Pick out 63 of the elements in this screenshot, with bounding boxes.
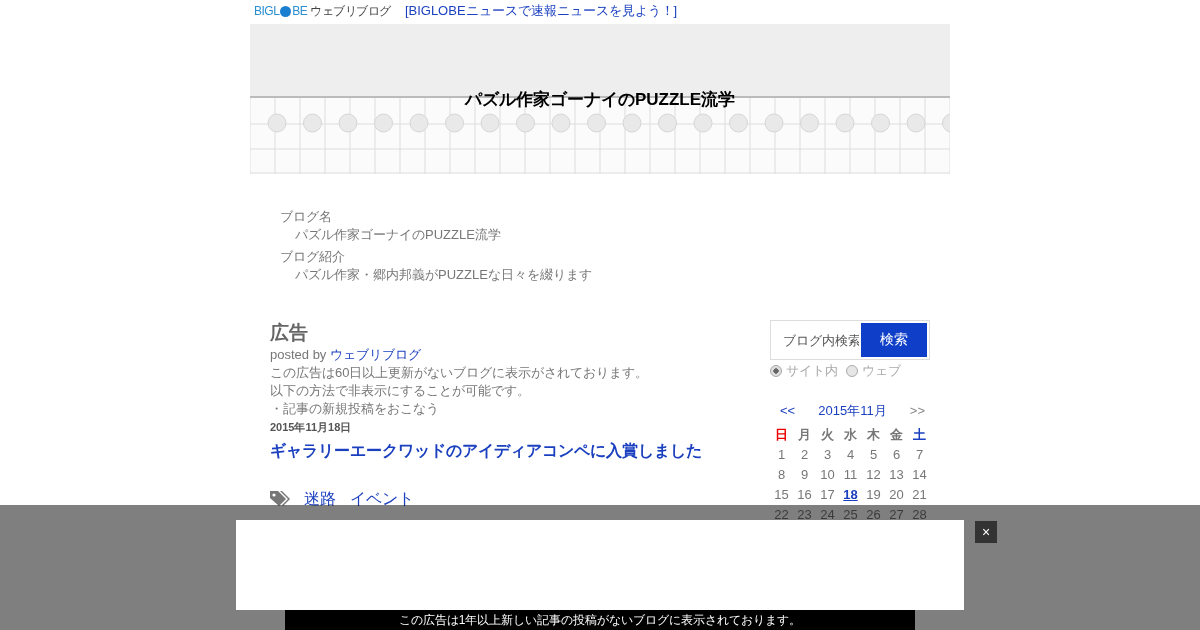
day-number: 27 (888, 507, 905, 523)
day-number: 4 (845, 447, 856, 463)
news-link[interactable]: [BIGLOBEニュースで速報ニュースを見よう！] (404, 2, 678, 20)
ad-text: この広告は60日以上更新がないブログに表示がされております。 (270, 364, 650, 382)
day-number: 5 (868, 447, 879, 463)
month-link[interactable]: 2015年11月 (818, 403, 887, 419)
day-number: 1 (776, 447, 787, 463)
day-number: 6 (891, 447, 902, 463)
weekday-label: 水 (843, 427, 858, 443)
tag-link[interactable]: イベント (350, 490, 414, 508)
radio-button[interactable] (770, 365, 782, 377)
day-number: 7 (914, 447, 925, 463)
blog-title: パズル作家ゴーナイのPUZZLE流学 (463, 89, 737, 111)
weekday-label: 日 (774, 427, 789, 443)
day-link[interactable]: 18 (839, 487, 862, 503)
author-link[interactable]: ウェブリブログ (330, 347, 421, 362)
info-label: ブログ紹介 (280, 248, 346, 266)
info-label: ブログ名 (280, 208, 333, 226)
day-number: 23 (796, 507, 813, 523)
day-number: 11 (842, 467, 859, 483)
day-number: 17 (819, 487, 836, 503)
ad-heading: 広告 (270, 321, 309, 345)
day-number: 3 (822, 447, 833, 463)
day-number: 16 (796, 487, 813, 503)
day-number: 21 (911, 487, 928, 503)
day-number: 9 (799, 467, 810, 483)
day-number: 20 (888, 487, 905, 503)
weekday-label: 金 (889, 427, 904, 443)
day-number: 22 (773, 507, 790, 523)
info-value: パズル作家ゴーナイのPUZZLE流学 (295, 226, 502, 244)
day-number: 14 (911, 467, 928, 483)
day-number: 19 (865, 487, 882, 503)
article-title-link[interactable]: ギャラリーエークワッドのアイディアコンペに入賞しました (270, 442, 702, 460)
radio-button[interactable] (846, 365, 858, 377)
day-number: 15 (773, 487, 790, 503)
day-number: 2 (799, 447, 810, 463)
post-date: 2015年11月18日 (270, 420, 353, 435)
day-number: 24 (819, 507, 836, 523)
day-number: 13 (888, 467, 905, 483)
day-number: 10 (819, 467, 836, 483)
next-month-link[interactable]: >> (909, 403, 925, 419)
ad-text: ・記事の新規投稿をおこなう (270, 400, 440, 418)
ad-text: 以下の方法で非表示にすることが可能です。 (270, 382, 531, 400)
weekday-label: 土 (912, 427, 927, 443)
day-number: 26 (865, 507, 882, 523)
day-number: 25 (842, 507, 859, 523)
ad-notice: この広告は1年以上新しい記事の投稿がないブログに表示されております。 (285, 610, 915, 630)
day-number: 28 (911, 507, 928, 523)
tags-icon (270, 490, 290, 508)
close-button[interactable]: × (975, 521, 997, 543)
radio-label: ウェブ (862, 362, 901, 380)
day-number: 12 (865, 467, 882, 483)
prev-month-link[interactable]: << (780, 403, 796, 419)
weekday-label: 木 (866, 427, 881, 443)
weekday-label: 月 (797, 427, 812, 443)
posted-by-label: posted by (270, 347, 327, 362)
biglobe-logo[interactable]: BIGL BE ウェブリブログ (254, 2, 391, 20)
radio-label: サイト内 (786, 362, 838, 380)
tag-link[interactable]: 迷路 (304, 490, 336, 508)
weekday-label: 火 (820, 427, 835, 443)
search-button[interactable]: 検索 (861, 323, 927, 357)
day-number: 8 (776, 467, 787, 483)
info-value: パズル作家・郷内邦義がPUZZLEな日々を綴ります (295, 266, 593, 284)
